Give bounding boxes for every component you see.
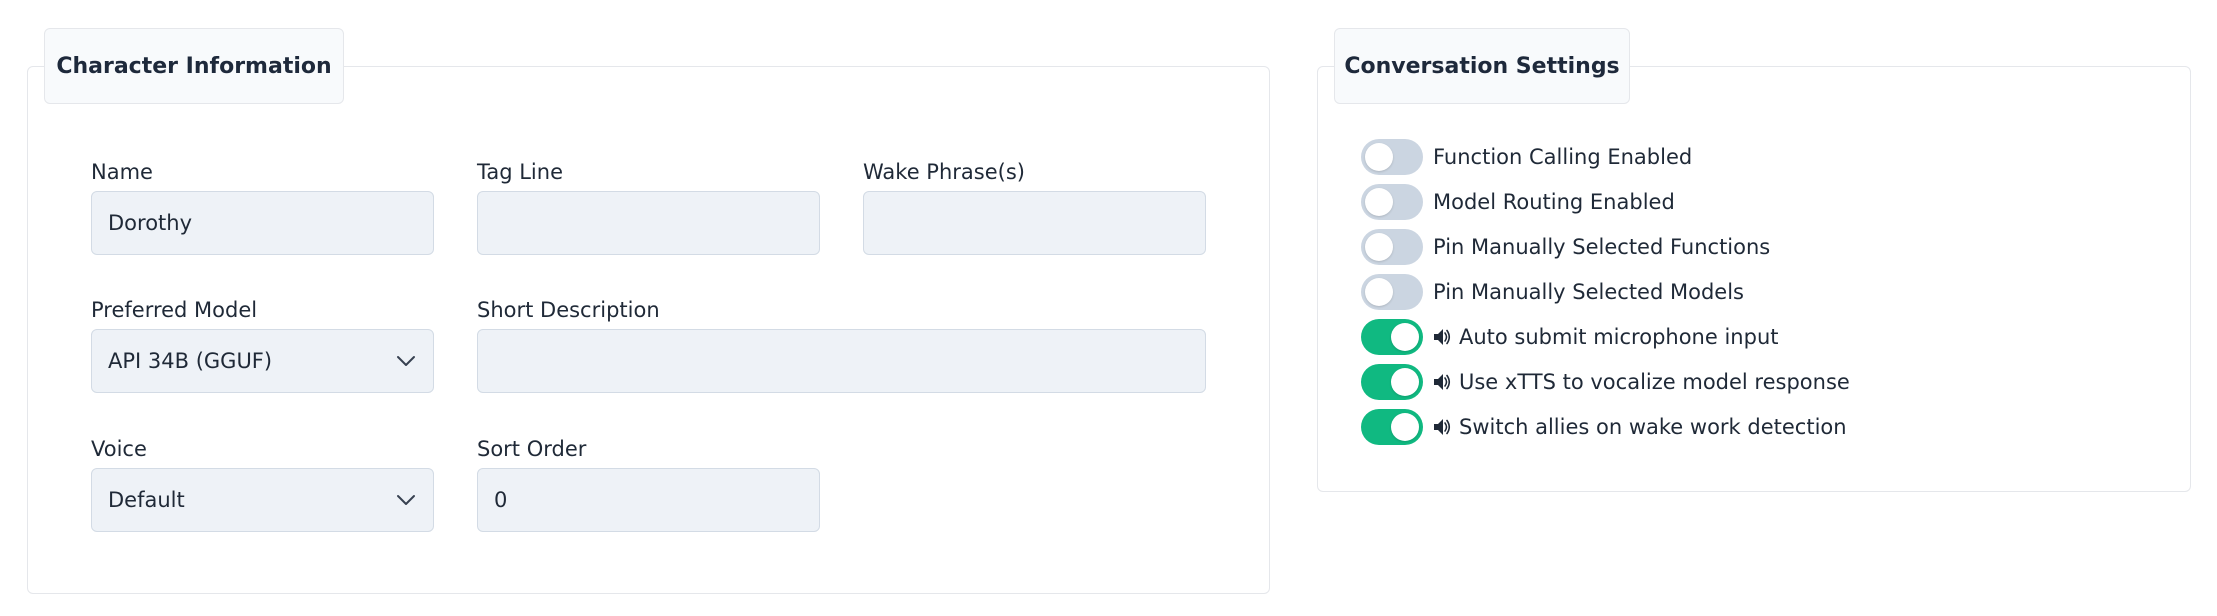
speaker-icon bbox=[1433, 327, 1451, 347]
speaker-icon bbox=[1433, 417, 1451, 437]
short-description-label: Short Description bbox=[477, 298, 660, 322]
toggle-row: Pin Manually Selected Functions bbox=[1361, 227, 1770, 267]
name-label: Name bbox=[91, 160, 153, 184]
voice-label: Voice bbox=[91, 437, 147, 461]
preferred-model-value: API 34B (GGUF) bbox=[108, 349, 273, 373]
wake-phrases-input[interactable] bbox=[863, 191, 1206, 255]
toggle-label: Use xTTS to vocalize model response bbox=[1433, 370, 1850, 394]
toggle-label-text: Pin Manually Selected Functions bbox=[1433, 235, 1771, 259]
toggle-knob bbox=[1365, 278, 1393, 306]
toggle-label: Pin Manually Selected Functions bbox=[1433, 235, 1770, 259]
toggle-label-text: Function Calling Enabled bbox=[1433, 145, 1693, 169]
toggle-label-text: Pin Manually Selected Models bbox=[1433, 280, 1744, 304]
toggle-switch[interactable] bbox=[1361, 139, 1423, 175]
tag-line-label: Tag Line bbox=[477, 160, 563, 184]
toggle-knob bbox=[1391, 323, 1419, 351]
toggle-switch[interactable] bbox=[1361, 409, 1423, 445]
chevron-down-icon bbox=[395, 489, 417, 511]
toggle-label-text: Use xTTS to vocalize model response bbox=[1459, 370, 1850, 394]
voice-value: Default bbox=[108, 488, 185, 512]
toggle-row: Auto submit microphone input bbox=[1361, 317, 1778, 357]
tag-line-input[interactable] bbox=[477, 191, 820, 255]
short-description-input[interactable] bbox=[477, 329, 1206, 393]
toggle-label-text: Switch allies on wake work detection bbox=[1459, 415, 1847, 439]
speaker-icon bbox=[1433, 372, 1451, 392]
preferred-model-label: Preferred Model bbox=[91, 298, 258, 322]
toggle-knob bbox=[1391, 413, 1419, 441]
toggle-row: Model Routing Enabled bbox=[1361, 182, 1675, 222]
toggle-label-text: Auto submit microphone input bbox=[1459, 325, 1779, 349]
toggle-knob bbox=[1365, 233, 1393, 261]
toggle-switch[interactable] bbox=[1361, 274, 1423, 310]
toggle-row: Switch allies on wake work detection bbox=[1361, 407, 1847, 447]
sort-order-label: Sort Order bbox=[477, 437, 587, 461]
toggle-label-text: Model Routing Enabled bbox=[1433, 190, 1675, 214]
toggle-label: Switch allies on wake work detection bbox=[1433, 415, 1847, 439]
toggle-switch[interactable] bbox=[1361, 184, 1423, 220]
toggle-knob bbox=[1365, 143, 1393, 171]
toggle-switch[interactable] bbox=[1361, 229, 1423, 265]
toggle-row: Pin Manually Selected Models bbox=[1361, 272, 1744, 312]
preferred-model-select[interactable]: API 34B (GGUF) bbox=[91, 329, 434, 393]
wake-phrases-label: Wake Phrase(s) bbox=[863, 160, 1025, 184]
toggle-knob bbox=[1365, 188, 1393, 216]
name-input[interactable]: Dorothy bbox=[91, 191, 434, 255]
toggle-label: Function Calling Enabled bbox=[1433, 145, 1692, 169]
toggle-label: Auto submit microphone input bbox=[1433, 325, 1778, 349]
character-info-title: Character Information bbox=[44, 28, 344, 104]
toggle-row: Use xTTS to vocalize model response bbox=[1361, 362, 1850, 402]
conversation-settings-title: Conversation Settings bbox=[1334, 28, 1630, 104]
voice-select[interactable]: Default bbox=[91, 468, 434, 532]
toggle-switch[interactable] bbox=[1361, 364, 1423, 400]
chevron-down-icon bbox=[395, 350, 417, 372]
toggle-switch[interactable] bbox=[1361, 319, 1423, 355]
toggle-label: Model Routing Enabled bbox=[1433, 190, 1675, 214]
toggle-label: Pin Manually Selected Models bbox=[1433, 280, 1744, 304]
toggle-row: Function Calling Enabled bbox=[1361, 137, 1692, 177]
toggle-knob bbox=[1391, 368, 1419, 396]
sort-order-input[interactable]: 0 bbox=[477, 468, 820, 532]
